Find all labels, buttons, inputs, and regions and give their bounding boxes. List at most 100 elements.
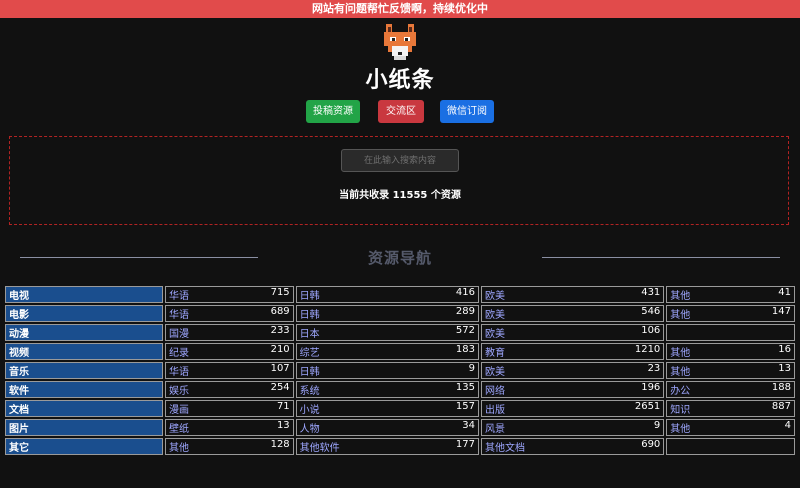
subcategory-link[interactable]: 华语	[169, 306, 189, 321]
forum-button[interactable]: 交流区	[378, 100, 424, 123]
table-row: 图片 壁纸 13 人物 34 风景 9 其他 4	[5, 419, 795, 436]
empty-cell	[666, 438, 795, 455]
subcategory-cell[interactable]: 欧美 431	[480, 286, 665, 303]
subcategory-cell[interactable]: 华语 107	[165, 362, 294, 379]
subcategory-cell[interactable]: 其他 41	[666, 286, 795, 303]
subcategory-count: 71	[276, 401, 290, 412]
subcategory-count: 572	[455, 325, 475, 336]
subcategory-link[interactable]: 其他	[670, 420, 690, 435]
subcategory-cell[interactable]: 日本 572	[295, 324, 479, 341]
subcategory-cell[interactable]: 欧美 23	[480, 362, 665, 379]
subcategory-link[interactable]: 欧美	[485, 363, 505, 378]
table-row: 动漫 国漫 233 日本 572 欧美 106	[5, 324, 795, 341]
subcategory-cell[interactable]: 纪录 210	[165, 343, 294, 360]
subcategory-count: 41	[778, 287, 791, 298]
subcategory-cell[interactable]: 其他 147	[666, 305, 795, 322]
site-title: 小纸条	[365, 68, 435, 93]
subcategory-cell[interactable]: 知识 887	[666, 400, 795, 417]
subcategory-count: 9	[468, 363, 475, 374]
subcategory-link[interactable]: 欧美	[485, 306, 505, 321]
subcategory-link[interactable]: 其他	[670, 306, 690, 321]
subcategory-link[interactable]: 日韩	[300, 306, 320, 321]
search-input[interactable]	[341, 149, 459, 172]
subcategory-link[interactable]: 其他	[169, 439, 189, 454]
subcategory-count: 431	[641, 287, 661, 298]
subcategory-cell[interactable]: 其他 16	[666, 343, 795, 360]
subcategory-count: 34	[462, 420, 475, 431]
subcategory-cell[interactable]: 其他 4	[666, 419, 795, 436]
subcategory-cell[interactable]: 其他文档 690	[480, 438, 665, 455]
subcategory-link[interactable]: 风景	[485, 420, 505, 435]
subcategory-cell[interactable]: 日韩 9	[295, 362, 479, 379]
subcategory-link[interactable]: 其他软件	[300, 439, 340, 454]
subcategory-link[interactable]: 其他	[670, 363, 690, 378]
subcategory-cell[interactable]: 办公 188	[666, 381, 795, 398]
subcategory-count: 289	[455, 306, 475, 317]
subcategory-link[interactable]: 华语	[169, 363, 189, 378]
subcategory-link[interactable]: 人物	[300, 420, 320, 435]
subcategory-cell[interactable]: 日韩 289	[295, 305, 479, 322]
subcategory-cell[interactable]: 其他 13	[666, 362, 795, 379]
subcategory-cell[interactable]: 壁纸 13	[165, 419, 294, 436]
subcategory-link[interactable]: 欧美	[485, 287, 505, 302]
subcategory-cell[interactable]: 华语 689	[165, 305, 294, 322]
subcategory-cell[interactable]: 漫画 71	[165, 400, 294, 417]
table-row: 文档 漫画 71 小说 157 出版 2651 知识 887	[5, 400, 795, 417]
subcategory-link[interactable]: 系统	[300, 382, 320, 397]
category-cell[interactable]: 电影	[5, 305, 163, 322]
category-cell[interactable]: 其它	[5, 438, 163, 455]
subcategory-count: 9	[653, 420, 661, 431]
subcategory-cell[interactable]: 其他 128	[165, 438, 294, 455]
submit-resource-button[interactable]: 投稿资源	[306, 100, 360, 123]
subcategory-link[interactable]: 漫画	[169, 401, 189, 416]
category-cell[interactable]: 软件	[5, 381, 163, 398]
subcategory-count: 135	[455, 382, 475, 393]
subcategory-cell[interactable]: 日韩 416	[295, 286, 479, 303]
subcategory-link[interactable]: 其他	[670, 344, 690, 359]
subcategory-cell[interactable]: 人物 34	[295, 419, 479, 436]
subcategory-link[interactable]: 娱乐	[169, 382, 189, 397]
subcategory-link[interactable]: 欧美	[485, 325, 505, 340]
subcategory-cell[interactable]: 其他软件 177	[295, 438, 479, 455]
subcategory-cell[interactable]: 综艺 183	[295, 343, 479, 360]
subcategory-count: 2651	[634, 401, 661, 412]
category-cell[interactable]: 视频	[5, 343, 163, 360]
subcategory-count: 177	[455, 439, 475, 450]
category-cell[interactable]: 图片	[5, 419, 163, 436]
subcategory-link[interactable]: 其他	[670, 287, 690, 302]
subcategory-link[interactable]: 国漫	[169, 325, 189, 340]
subcategory-link[interactable]: 办公	[670, 382, 690, 397]
subcategory-cell[interactable]: 系统 135	[295, 381, 479, 398]
subcategory-count: 13	[778, 363, 791, 374]
subcategory-cell[interactable]: 小说 157	[295, 400, 479, 417]
wechat-subscribe-button[interactable]: 微信订阅	[440, 100, 494, 123]
subcategory-link[interactable]: 小说	[300, 401, 320, 416]
subcategory-link[interactable]: 出版	[485, 401, 505, 416]
subcategory-link[interactable]: 壁纸	[169, 420, 189, 435]
subcategory-cell[interactable]: 网络 196	[480, 381, 665, 398]
subcategory-link[interactable]: 日韩	[300, 287, 320, 302]
subcategory-link[interactable]: 知识	[670, 401, 690, 416]
subcategory-link[interactable]: 网络	[485, 382, 505, 397]
category-cell[interactable]: 电视	[5, 286, 163, 303]
subcategory-link[interactable]: 教育	[485, 344, 505, 359]
category-cell[interactable]: 音乐	[5, 362, 163, 379]
subcategory-cell[interactable]: 娱乐 254	[165, 381, 294, 398]
subcategory-link[interactable]: 纪录	[169, 344, 189, 359]
subcategory-link[interactable]: 日本	[300, 325, 320, 340]
subcategory-cell[interactable]: 欧美 106	[480, 324, 665, 341]
category-cell[interactable]: 文档	[5, 400, 163, 417]
category-cell[interactable]: 动漫	[5, 324, 163, 341]
subcategory-count: 16	[778, 344, 791, 355]
subcategory-link[interactable]: 其他文档	[485, 439, 525, 454]
subcategory-cell[interactable]: 国漫 233	[165, 324, 294, 341]
subcategory-cell[interactable]: 风景 9	[480, 419, 665, 436]
subcategory-cell[interactable]: 华语 715	[165, 286, 294, 303]
subcategory-link[interactable]: 综艺	[300, 344, 320, 359]
subcategory-cell[interactable]: 出版 2651	[480, 400, 665, 417]
subcategory-cell[interactable]: 教育 1210	[480, 343, 665, 360]
subcategory-count: 4	[784, 420, 791, 431]
subcategory-link[interactable]: 日韩	[300, 363, 320, 378]
subcategory-cell[interactable]: 欧美 546	[480, 305, 665, 322]
subcategory-link[interactable]: 华语	[169, 287, 189, 302]
